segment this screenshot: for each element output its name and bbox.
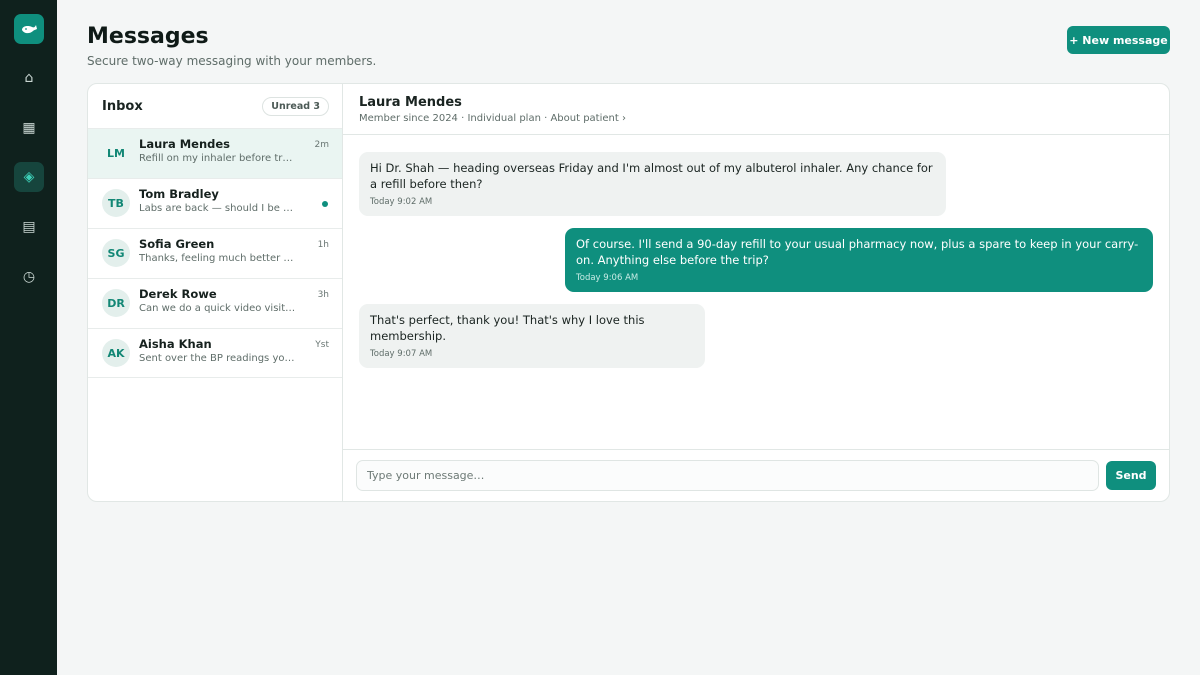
nav-rail: ⌂ ▦ ◈ ▤ ◷ bbox=[0, 0, 57, 675]
conversation-preview: Labs are back — should I be worried? bbox=[139, 203, 296, 214]
history-icon[interactable]: ◷ bbox=[14, 262, 44, 292]
thread-pane: Laura Mendes Member since 2024 · Individ… bbox=[343, 84, 1169, 501]
conversation-preview: Can we do a quick video visit today? bbox=[139, 303, 296, 314]
conversation-time: Yst bbox=[315, 340, 329, 350]
message-time: Today 9:07 AM bbox=[370, 349, 433, 359]
avatar: DR bbox=[102, 289, 130, 317]
conversation-list: LM Laura Mendes Refill on my inhaler bef… bbox=[88, 128, 342, 378]
conversation-name: Aisha Khan bbox=[139, 337, 212, 351]
conversation-name: Derek Rowe bbox=[139, 287, 217, 301]
inbox-title: Inbox bbox=[102, 98, 143, 114]
conversation-name: Tom Bradley bbox=[139, 187, 219, 201]
message-time: Today 9:06 AM bbox=[576, 273, 639, 283]
conversation-item[interactable]: AK Aisha Khan Sent over the BP readings … bbox=[88, 328, 342, 378]
avatar: AK bbox=[102, 339, 130, 367]
conversation-item[interactable]: DR Derek Rowe Can we do a quick video vi… bbox=[88, 278, 342, 328]
conversation-time: 2m bbox=[314, 140, 330, 150]
conversation-item[interactable]: TB Tom Bradley Labs are back — should I … bbox=[88, 178, 342, 228]
unread-dot-icon bbox=[322, 201, 328, 207]
inbox-header: Inbox Unread 3 bbox=[88, 84, 342, 128]
conversation-name: Sofia Green bbox=[139, 237, 215, 251]
page-title: Messages bbox=[87, 24, 209, 49]
composer: Send bbox=[343, 449, 1169, 501]
conversation-preview: Thanks, feeling much better today! bbox=[139, 253, 296, 264]
page-header: Messages Secure two-way messaging with y… bbox=[87, 24, 376, 68]
send-button[interactable]: Send bbox=[1106, 461, 1156, 490]
message-input[interactable] bbox=[356, 460, 1099, 491]
calendar-icon[interactable]: ▦ bbox=[14, 113, 44, 143]
conversation-item[interactable]: SG Sofia Green Thanks, feeling much bett… bbox=[88, 228, 342, 278]
message-bubble-outgoing: Of course. I'll send a 90-day refill to … bbox=[565, 228, 1153, 292]
conversation-name: Laura Mendes bbox=[139, 137, 231, 151]
messages-icon[interactable]: ◈ bbox=[14, 162, 44, 192]
avatar: LM bbox=[107, 146, 125, 160]
message-bubble-incoming: Hi Dr. Shah — heading overseas Friday an… bbox=[359, 152, 946, 216]
message-text: Of course. I'll send a 90-day refill to … bbox=[576, 237, 1139, 267]
message-text: That's perfect, thank you! That's why I … bbox=[370, 313, 645, 343]
conversation-preview: Refill on my inhaler before travel? bbox=[139, 153, 296, 164]
conversation-item[interactable]: LM Laura Mendes Refill on my inhaler bef… bbox=[88, 128, 342, 178]
messages-panel: Inbox Unread 3 LM Laura Mendes Refill on… bbox=[87, 83, 1170, 502]
thread-contact-name: Laura Mendes bbox=[359, 95, 462, 110]
thread-contact-meta[interactable]: Member since 2024 · Individual plan · Ab… bbox=[359, 113, 1154, 124]
conversation-preview: Sent over the BP readings you asked for bbox=[139, 353, 296, 364]
thread-header: Laura Mendes Member since 2024 · Individ… bbox=[343, 84, 1169, 135]
message-text: Hi Dr. Shah — heading overseas Friday an… bbox=[370, 161, 933, 191]
page-subtitle: Secure two-way messaging with your membe… bbox=[87, 54, 377, 68]
records-icon[interactable]: ▤ bbox=[14, 212, 44, 242]
message-bubble-incoming: That's perfect, thank you! That's why I … bbox=[359, 304, 705, 368]
home-icon[interactable]: ⌂ bbox=[14, 63, 44, 93]
avatar: TB bbox=[102, 189, 130, 217]
unread-badge[interactable]: Unread 3 bbox=[262, 96, 329, 116]
conversation-time: 1h bbox=[317, 240, 329, 250]
inbox-pane: Inbox Unread 3 LM Laura Mendes Refill on… bbox=[88, 84, 343, 501]
new-message-button[interactable]: + New message bbox=[1067, 26, 1170, 54]
conversation-time: 3h bbox=[317, 290, 329, 300]
whale-icon[interactable] bbox=[14, 14, 44, 44]
avatar: SG bbox=[102, 239, 130, 267]
message-time: Today 9:02 AM bbox=[370, 197, 433, 207]
